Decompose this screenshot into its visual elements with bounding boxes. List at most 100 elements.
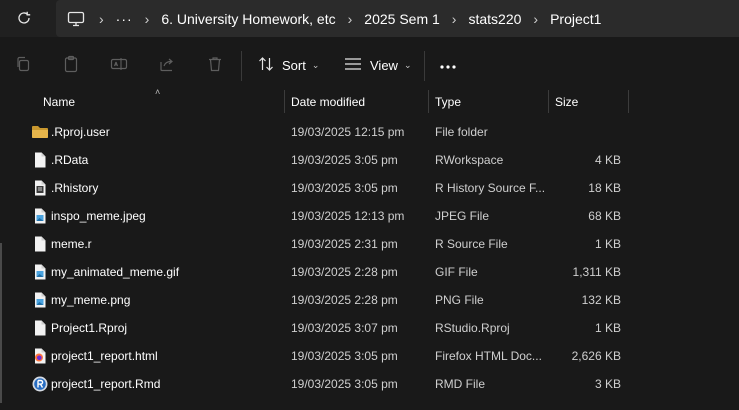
- file-row[interactable]: project1_report.html 19/03/2025 3:05 pm …: [0, 342, 739, 370]
- file-name: project1_report.Rmd: [51, 377, 161, 391]
- column-header-type[interactable]: Type: [435, 90, 535, 113]
- file-date: 19/03/2025 3:05 pm: [291, 349, 398, 363]
- column-resize-handle[interactable]: [284, 90, 285, 113]
- file-size: 4 KB: [594, 153, 621, 167]
- toolbar-divider: [241, 51, 242, 81]
- file-date: 19/03/2025 12:15 pm: [291, 125, 405, 139]
- file-row[interactable]: .RData 19/03/2025 3:05 pm RWorkspace 4 K…: [0, 146, 739, 174]
- file-type: RWorkspace: [435, 153, 504, 167]
- column-header-date-label: Date modified: [291, 94, 366, 109]
- r-logo-icon: [31, 375, 49, 393]
- firefox-icon: [31, 347, 49, 365]
- file-name: meme.r: [51, 237, 92, 251]
- file-name: .RData: [51, 153, 89, 167]
- file-name: Project1.Rproj: [51, 321, 128, 335]
- file-size: 2,626 KB: [571, 349, 621, 363]
- file-size: [555, 118, 621, 146]
- file-date: 19/03/2025 2:31 pm: [291, 237, 398, 251]
- address-bar: › ··· › 6. University Homework, etc › 20…: [0, 0, 739, 37]
- file-date: 19/03/2025 2:28 pm: [291, 293, 398, 307]
- file-name: my_meme.png: [51, 293, 131, 307]
- file-size: 18 KB: [588, 181, 621, 195]
- file-date: 19/03/2025 2:28 pm: [291, 265, 398, 279]
- column-header-date[interactable]: Date modified: [291, 90, 421, 113]
- file-icon: [31, 151, 49, 169]
- file-row[interactable]: Project1.Rproj 19/03/2025 3:07 pm RStudi…: [0, 314, 739, 342]
- file-row[interactable]: meme.r 19/03/2025 2:31 pm R Source File …: [0, 230, 739, 258]
- breadcrumb-item-current[interactable]: Project1: [550, 11, 601, 27]
- view-label: View: [370, 57, 398, 73]
- file-date: 19/03/2025 3:07 pm: [291, 321, 398, 335]
- paste-icon[interactable]: [62, 55, 80, 73]
- refresh-icon[interactable]: [12, 6, 36, 30]
- breadcrumb[interactable]: › ··· › 6. University Homework, etc › 20…: [56, 0, 739, 37]
- image-file-icon: [31, 263, 49, 281]
- column-header-size[interactable]: Size: [555, 90, 625, 113]
- chevron-right-icon: ›: [451, 10, 457, 27]
- file-row[interactable]: project1_report.Rmd 19/03/2025 3:05 pm R…: [0, 370, 739, 398]
- file-type: JPEG File: [435, 209, 490, 223]
- file-row[interactable]: .Rproj.user 19/03/2025 12:15 pm File fol…: [0, 118, 739, 146]
- command-bar: Sort ⌄ View ⌄: [0, 37, 739, 90]
- column-header-name[interactable]: Name: [43, 90, 283, 113]
- column-resize-handle[interactable]: [548, 90, 549, 113]
- image-file-icon: [31, 291, 49, 309]
- view-icon: [344, 57, 362, 74]
- file-name: my_animated_meme.gif: [51, 265, 180, 279]
- column-resize-handle[interactable]: [628, 90, 629, 113]
- file-row[interactable]: my_animated_meme.gif 19/03/2025 2:28 pm …: [0, 258, 739, 286]
- breadcrumb-overflow-button[interactable]: ···: [116, 11, 133, 27]
- file-icon: [31, 319, 49, 337]
- more-icon: [440, 65, 456, 69]
- file-name: project1_report.html: [51, 349, 158, 363]
- folder-icon: [31, 123, 49, 141]
- file-icon: [31, 235, 49, 253]
- file-size: 3 KB: [594, 377, 621, 391]
- chevron-right-icon: ›: [347, 10, 353, 27]
- chevron-down-icon: ⌄: [403, 59, 412, 70]
- breadcrumb-item[interactable]: 2025 Sem 1: [364, 11, 440, 27]
- file-size: 68 KB: [588, 209, 621, 223]
- file-name: .Rhistory: [51, 181, 99, 195]
- file-size: 1,311 KB: [572, 265, 621, 279]
- text-file-icon: [31, 179, 49, 197]
- share-icon[interactable]: [158, 55, 176, 73]
- copy-icon[interactable]: [14, 55, 32, 73]
- rename-icon[interactable]: [110, 55, 128, 73]
- file-row[interactable]: .Rhistory 19/03/2025 3:05 pm R History S…: [0, 174, 739, 202]
- view-button[interactable]: View ⌄: [344, 50, 412, 80]
- breadcrumb-item[interactable]: 6. University Homework, etc: [161, 11, 335, 27]
- file-row[interactable]: inspo_meme.jpeg 19/03/2025 12:13 pm JPEG…: [0, 202, 739, 230]
- sort-button[interactable]: Sort ⌄: [258, 50, 319, 80]
- file-date: 19/03/2025 3:05 pm: [291, 377, 398, 391]
- file-type: Firefox HTML Doc...: [435, 349, 542, 363]
- file-date: 19/03/2025 3:05 pm: [291, 153, 398, 167]
- sort-label: Sort: [282, 57, 306, 73]
- file-name: .Rproj.user: [51, 125, 110, 139]
- file-size: 1 KB: [594, 237, 621, 251]
- more-options-button[interactable]: [439, 55, 457, 73]
- computer-icon[interactable]: [65, 8, 87, 30]
- column-resize-handle[interactable]: [428, 90, 429, 113]
- column-header-name-label: Name: [43, 94, 76, 109]
- sort-icon: [258, 56, 274, 75]
- chevron-right-icon: ›: [533, 10, 539, 27]
- delete-icon[interactable]: [206, 55, 224, 73]
- column-header-size-label: Size: [555, 94, 579, 109]
- file-type: File folder: [435, 125, 488, 139]
- breadcrumb-item[interactable]: stats220: [468, 11, 521, 27]
- file-type: R Source File: [435, 237, 508, 251]
- column-header: ˄ Name Date modified Type Size: [0, 87, 739, 113]
- file-type: R History Source F...: [435, 181, 545, 195]
- file-name: inspo_meme.jpeg: [51, 209, 146, 223]
- file-type: RStudio.Rproj: [435, 321, 510, 335]
- file-row[interactable]: my_meme.png 19/03/2025 2:28 pm PNG File …: [0, 286, 739, 314]
- chevron-down-icon: ⌄: [311, 59, 320, 70]
- file-list: .Rproj.user 19/03/2025 12:15 pm File fol…: [0, 118, 739, 398]
- file-size: 1 KB: [594, 321, 621, 335]
- toolbar-divider: [424, 51, 425, 81]
- file-type: PNG File: [435, 293, 484, 307]
- file-date: 19/03/2025 12:13 pm: [291, 209, 405, 223]
- file-type: RMD File: [435, 377, 485, 391]
- file-type: GIF File: [435, 265, 478, 279]
